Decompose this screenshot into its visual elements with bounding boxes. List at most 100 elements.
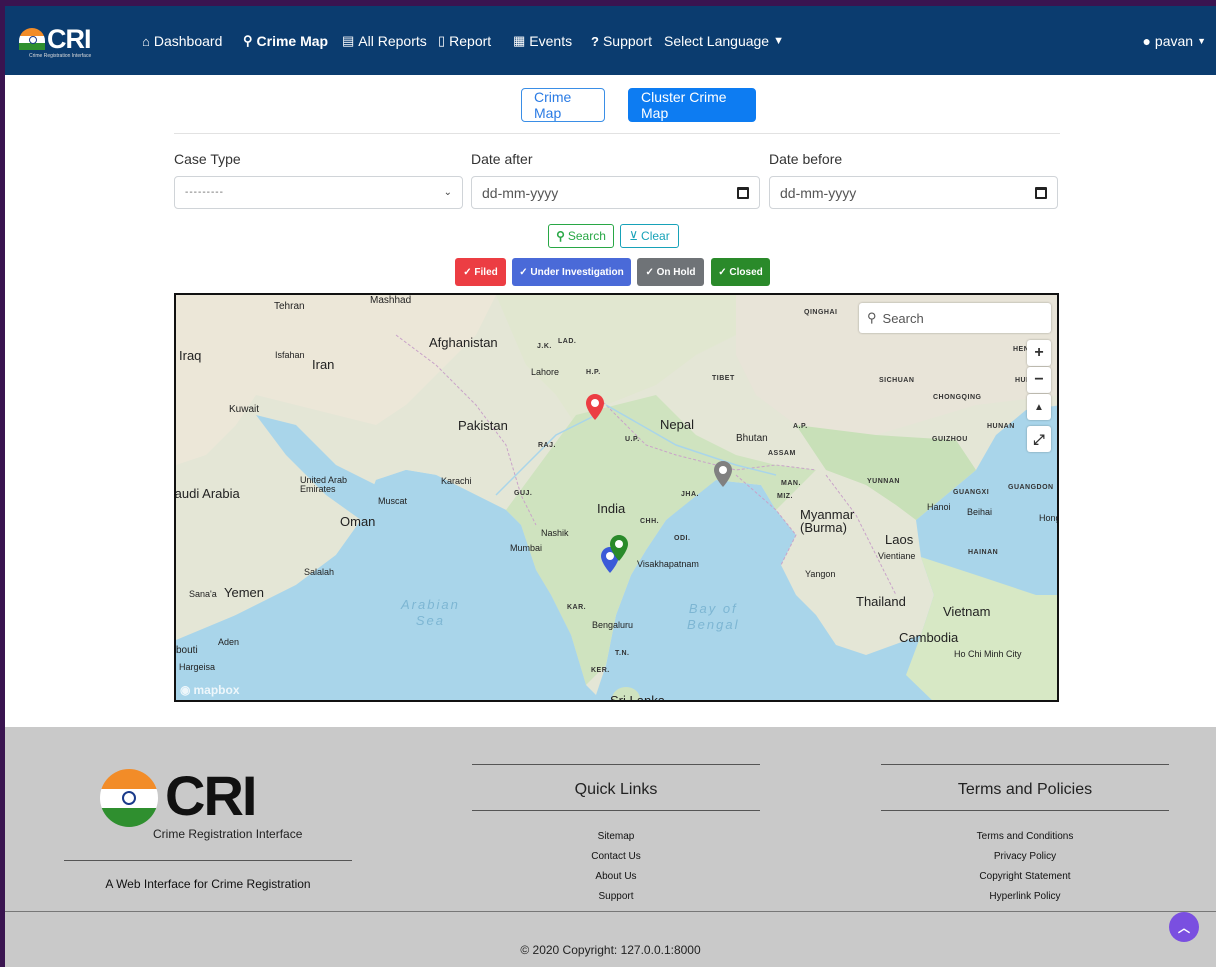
zoom-out-button[interactable]: − bbox=[1027, 367, 1051, 393]
map-label: Iran bbox=[312, 357, 335, 372]
map-label: Vietnam bbox=[943, 604, 991, 619]
compass-icon[interactable]: ▲ bbox=[1027, 394, 1051, 420]
nav-report[interactable]: ▯ Report bbox=[438, 33, 491, 49]
map-label: T.N. bbox=[615, 650, 630, 657]
map-label: TIBET bbox=[712, 375, 735, 382]
map-label: Muscat bbox=[378, 496, 408, 506]
nav-support[interactable]: ? Support bbox=[591, 33, 652, 49]
map-marker-icon: ⚲ bbox=[243, 33, 253, 48]
clipboard-icon: ▯ bbox=[438, 33, 446, 48]
status-on-hold-toggle[interactable]: ✓ On Hold bbox=[637, 258, 704, 286]
footer-logo: CRI Crime Registration Interface bbox=[100, 764, 340, 841]
calendar-icon[interactable] bbox=[737, 186, 749, 199]
user-menu[interactable]: ● pavan ▼ bbox=[1142, 33, 1206, 49]
date-after-input[interactable]: dd-mm-yyyy bbox=[471, 176, 760, 209]
zoom-in-button[interactable]: + bbox=[1027, 340, 1051, 366]
search-icon: ⚲ bbox=[556, 229, 565, 243]
divider bbox=[174, 133, 1060, 134]
map-label: Visakhapatnam bbox=[637, 559, 699, 569]
date-after-label: Date after bbox=[471, 151, 533, 167]
link-hyperlink-policy[interactable]: Hyperlink Policy bbox=[880, 891, 1170, 902]
user-icon: ● bbox=[1142, 33, 1151, 49]
map-label: Isfahan bbox=[275, 350, 305, 360]
date-before-input[interactable]: dd-mm-yyyy bbox=[769, 176, 1058, 209]
crime-marker-filed[interactable] bbox=[586, 394, 604, 420]
map-label: Bhutan bbox=[736, 433, 768, 444]
case-type-select[interactable]: --------- ⌄ bbox=[174, 176, 463, 209]
status-closed-toggle[interactable]: ✓ Closed bbox=[711, 258, 770, 286]
map-label: Myanmar (Burma) bbox=[800, 507, 855, 535]
map-label: Arabian Sea bbox=[401, 597, 460, 628]
search-button[interactable]: ⚲ Search bbox=[548, 224, 614, 248]
map-label: SICHUAN bbox=[879, 377, 915, 384]
nav-crime-map[interactable]: ⚲ Crime Map bbox=[243, 33, 328, 49]
crime-map-button[interactable]: Crime Map bbox=[521, 88, 605, 122]
map-label: United Arab Emirates bbox=[300, 475, 348, 494]
link-support[interactable]: Support bbox=[471, 891, 761, 902]
clear-button[interactable]: ⊻ Clear bbox=[620, 224, 679, 248]
case-type-label: Case Type bbox=[174, 151, 241, 167]
map-label: Oman bbox=[340, 514, 376, 529]
map-label: ASSAM bbox=[768, 450, 796, 457]
nav-dashboard[interactable]: ⌂ Dashboard bbox=[142, 33, 222, 49]
flag-icon bbox=[100, 769, 158, 827]
search-icon: ⚲ bbox=[867, 310, 877, 325]
map-label: Bengaluru bbox=[592, 620, 634, 630]
nav-events[interactable]: ▦ Events bbox=[513, 33, 572, 49]
link-sitemap[interactable]: Sitemap bbox=[471, 831, 761, 842]
status-filed-toggle[interactable]: ✓ Filed bbox=[455, 258, 506, 286]
link-terms[interactable]: Terms and Conditions bbox=[880, 831, 1170, 842]
link-about-us[interactable]: About Us bbox=[471, 871, 761, 882]
map-label: ODI. bbox=[674, 535, 691, 542]
map-label: Bay of Bengal bbox=[687, 601, 740, 632]
nav-all-reports[interactable]: ▤ All Reports bbox=[342, 33, 427, 49]
map-label: Iraq bbox=[179, 348, 202, 363]
map-label: HUNAN bbox=[987, 423, 1015, 430]
calendar-icon[interactable] bbox=[1035, 186, 1047, 199]
map-label: Cambodia bbox=[899, 630, 959, 645]
map-label: JHA. bbox=[681, 491, 699, 498]
divider bbox=[881, 810, 1169, 811]
map-label: Sana'a bbox=[189, 589, 217, 599]
map-label: U.P. bbox=[625, 436, 640, 443]
scroll-top-button[interactable]: ︿ bbox=[1169, 912, 1199, 942]
cluster-crime-map-button[interactable]: Cluster Crime Map bbox=[628, 88, 756, 122]
caret-down-icon: ▼ bbox=[1197, 36, 1206, 46]
language-select[interactable]: Select Language ▼ bbox=[664, 33, 784, 49]
divider bbox=[472, 810, 760, 811]
brand-subtitle: Crime Registration Interface bbox=[29, 53, 92, 59]
top-navbar: CRI Crime Registration Interface ⌂ Dashb… bbox=[5, 6, 1216, 75]
map-label: Vientiane bbox=[878, 551, 916, 561]
fullscreen-icon[interactable]: ⤢ bbox=[1027, 426, 1051, 452]
link-privacy[interactable]: Privacy Policy bbox=[880, 851, 1170, 862]
map-label: Aden bbox=[218, 637, 240, 647]
calendar-icon: ▦ bbox=[513, 33, 526, 48]
brand-logo[interactable]: CRI Crime Registration Interface bbox=[19, 24, 119, 60]
crime-marker-on-hold[interactable] bbox=[714, 461, 732, 487]
map-label: India bbox=[597, 501, 626, 516]
map-label: YUNNAN bbox=[867, 478, 900, 485]
divider bbox=[881, 764, 1169, 765]
crime-map[interactable]: Tehran Mashhad Afghanistan Iraq Isfahan … bbox=[174, 293, 1059, 702]
terms-title: Terms and Policies bbox=[957, 781, 1093, 798]
map-label: QINGHAI bbox=[804, 309, 838, 316]
map-label: Afghanistan bbox=[429, 335, 498, 350]
map-label: Saudi Arabia bbox=[174, 486, 240, 501]
crime-marker-closed[interactable] bbox=[610, 535, 628, 561]
map-label: Hong bbox=[1039, 513, 1059, 523]
divider bbox=[472, 764, 760, 765]
map-label: Nashik bbox=[541, 528, 569, 538]
chevron-down-icon: ⌄ bbox=[443, 187, 452, 198]
map-search-input[interactable]: ⚲ Search bbox=[859, 303, 1051, 333]
footer: CRI Crime Registration Interface A Web I… bbox=[5, 727, 1216, 967]
link-copyright[interactable]: Copyright Statement bbox=[880, 871, 1170, 882]
status-investigation-toggle[interactable]: ✓ Under Investigation bbox=[512, 258, 631, 286]
caret-down-icon: ▼ bbox=[773, 35, 784, 47]
mapbox-attribution[interactable]: ◉ mapbox bbox=[180, 683, 240, 697]
map-label: Lahore bbox=[531, 367, 560, 377]
link-contact-us[interactable]: Contact Us bbox=[471, 851, 761, 862]
map-label: Yangon bbox=[805, 569, 836, 579]
map-label: Hanoi bbox=[927, 502, 951, 512]
map-label: KAR. bbox=[567, 604, 587, 611]
map-label: Mumbai bbox=[510, 543, 543, 553]
